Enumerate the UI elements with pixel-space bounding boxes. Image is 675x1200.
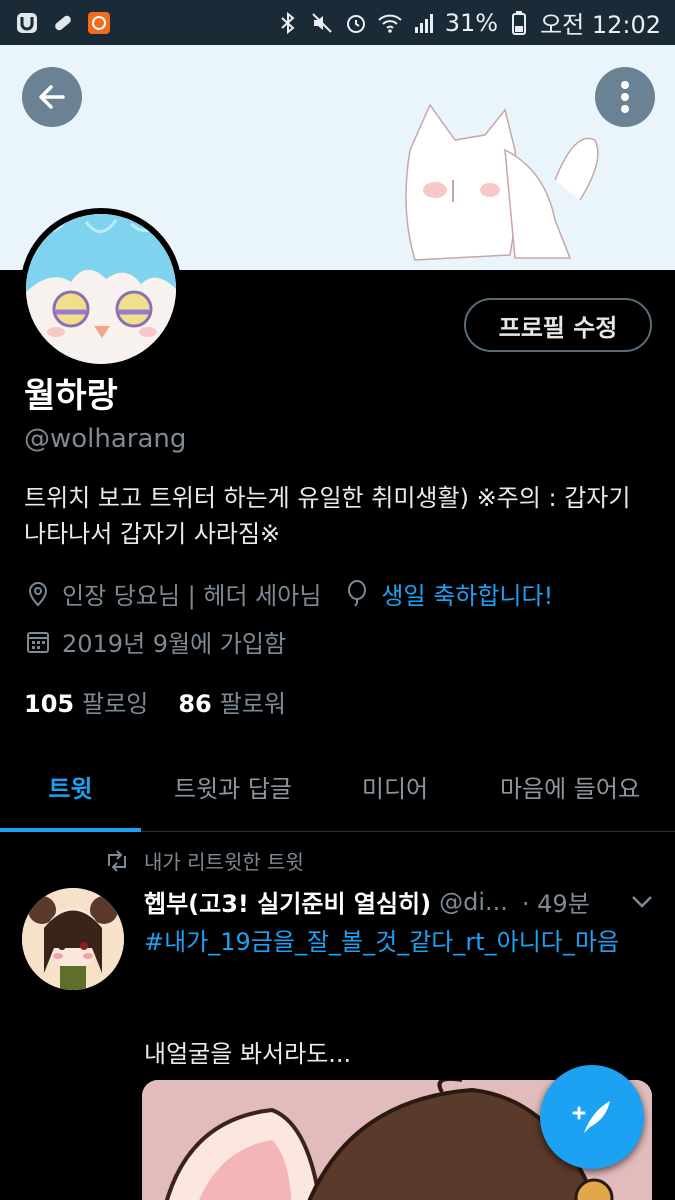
wifi-icon: [377, 10, 403, 36]
mute-icon: [309, 10, 335, 36]
tweet-text: 내얼굴을 봐서라도...: [144, 1040, 352, 1068]
mi-app-icon: [86, 10, 112, 36]
compose-tweet-button[interactable]: [540, 1065, 644, 1169]
alarm-icon: [343, 10, 369, 36]
status-bar: 31% 오전 12:02: [0, 0, 675, 45]
display-name: 월하랑: [24, 376, 118, 416]
tab-media[interactable]: 미디어: [325, 742, 465, 830]
pill-icon: [50, 10, 76, 36]
followers-label: 팔로워: [219, 690, 287, 718]
edit-profile-button[interactable]: 프로필 수정: [464, 298, 652, 352]
location-pin-icon: [24, 580, 52, 608]
tweet-header: 헵부(고3! 실기준비 열심히) @di... · 49분: [144, 884, 654, 919]
tweet-author-avatar[interactable]: [22, 888, 124, 990]
tab-tweets[interactable]: 트윗: [0, 742, 141, 832]
profile-meta-row: 인장 당요님 | 헤더 세아님 생일 축하합니다!: [24, 576, 553, 611]
battery-icon: [506, 10, 532, 36]
retweet-label: 내가 리트윗한 트윗: [144, 850, 304, 874]
tweet-avatar-image: [22, 888, 124, 990]
user-handle: @wolharang: [24, 424, 187, 454]
tab-likes[interactable]: 마음에 들어요: [465, 742, 675, 830]
clock: 오전 12:02: [540, 11, 661, 39]
more-vertical-icon: [621, 81, 629, 113]
chevron-down-icon[interactable]: [630, 888, 654, 916]
tweet-time: · 49분: [521, 890, 590, 918]
profile-tabs: 트윗 트윗과 답글 미디어 마음에 들어요: [0, 742, 675, 832]
compose-feather-icon: [572, 1101, 610, 1133]
tab-tweets-and-replies[interactable]: 트윗과 답글: [141, 742, 325, 830]
retweet-context: 내가 리트윗한 트윗: [104, 846, 304, 875]
tweet-hashtag[interactable]: #내가_19금을_잘_볼_것_같다_rt_아니다_마음: [144, 924, 644, 960]
followers-link[interactable]: 86 팔로워: [178, 684, 286, 719]
app-u-icon: [14, 10, 40, 36]
bluetooth-icon: [275, 10, 301, 36]
following-link[interactable]: 105 팔로잉: [24, 684, 148, 719]
banner-cat-illustration: [405, 103, 599, 261]
back-arrow-icon: [39, 85, 65, 109]
balloon-icon: [343, 579, 371, 608]
followers-count: 86: [178, 690, 212, 718]
follow-counts: 105 팔로잉 86 팔로워: [24, 684, 286, 719]
tweet-author-handle[interactable]: @di...: [439, 888, 508, 916]
tweet-author-name[interactable]: 헵부(고3! 실기준비 열심히): [144, 884, 431, 919]
joined-date: 2019년 9월에 가입함: [62, 630, 287, 658]
profile-joined-row: 2019년 9월에 가입함: [24, 624, 286, 659]
birthday-link[interactable]: 생일 축하합니다!: [381, 576, 553, 611]
battery-percent: 31%: [444, 8, 499, 37]
avatar-image: [26, 214, 176, 364]
back-button[interactable]: [22, 67, 82, 127]
profile-bio: 트위치 보고 트위터 하는게 유일한 취미생활) ※주의 : 갑자기 나타나서 …: [24, 484, 631, 548]
following-count: 105: [24, 690, 75, 718]
following-label: 팔로잉: [82, 690, 149, 718]
calendar-icon: [24, 628, 52, 656]
retweet-icon: [104, 848, 130, 874]
profile-avatar[interactable]: [20, 208, 182, 370]
more-options-button[interactable]: [595, 67, 655, 127]
profile-location: 인장 당요님 | 헤더 세아님: [62, 582, 322, 610]
signal-icon: [411, 10, 437, 36]
